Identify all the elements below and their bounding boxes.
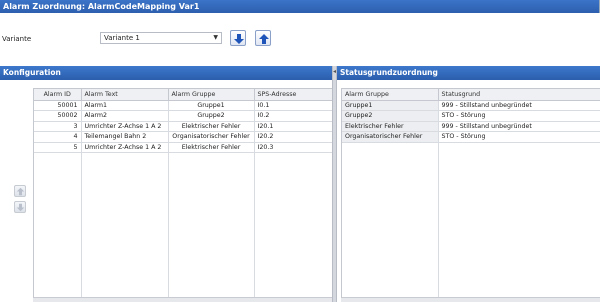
column-header-alarm-group[interactable]: Alarm Gruppe: [342, 89, 439, 101]
status-reason-cell[interactable]: STO - Störung: [438, 131, 600, 143]
column-header-plc-address[interactable]: SPS-Adresse: [254, 89, 333, 101]
variant-row: Variante Variante 1 ▼: [0, 29, 600, 49]
status-reason-panel-title: Statusgrundzuordnung: [337, 66, 600, 80]
table-row[interactable]: Organisatorischer Fehler STO - Störung: [342, 131, 600, 143]
status-reason-cell[interactable]: STO - Störung: [438, 110, 600, 122]
alarm-text-cell: Alarm2: [81, 110, 169, 122]
alarm-id-cell: 4: [34, 131, 82, 143]
status-header-row: Alarm Gruppe Statusgrund: [342, 89, 600, 101]
column-header-status-reason[interactable]: Statusgrund: [438, 89, 600, 101]
configuration-grid: Alarm ID Alarm Text Alarm Gruppe SPS-Adr…: [33, 88, 333, 298]
table-row[interactable]: 50002 Alarm2 Gruppe2 I0.2: [34, 110, 333, 122]
status-reason-grid: Alarm Gruppe Statusgrund Gruppe1 999 - S…: [341, 88, 600, 298]
alarm-group-cell: Organisatorischer Fehler: [342, 131, 439, 143]
alarm-text-cell: Umrichter Z-Achse 1 A 2: [81, 121, 169, 132]
arrow-down-icon: [16, 203, 25, 212]
move-up-button[interactable]: [255, 30, 271, 46]
configuration-header-row: Alarm ID Alarm Text Alarm Gruppe SPS-Adr…: [34, 89, 333, 101]
arrow-up-icon: [16, 187, 25, 196]
plc-address-cell: I20.1: [254, 121, 333, 132]
plc-address-cell: I0.1: [254, 100, 333, 111]
column-header-alarm-id[interactable]: Alarm ID: [34, 89, 82, 101]
alarm-group-cell: Gruppe1: [342, 100, 439, 111]
table-row[interactable]: 4 Teilemangel Bahn 2 Organisatorischer F…: [34, 131, 333, 143]
splitter-grip-icon[interactable]: ◂: [333, 68, 336, 75]
variant-selected-value: Variante 1: [104, 34, 140, 42]
row-down-button[interactable]: [14, 201, 26, 213]
window-title: Alarm Zuordnung: AlarmCodeMapping Var1: [0, 0, 600, 13]
horizontal-scrollbar[interactable]: [341, 297, 600, 302]
alarm-group-cell: Gruppe1: [168, 100, 255, 111]
horizontal-scrollbar[interactable]: [33, 297, 332, 302]
arrow-down-icon: [234, 34, 244, 44]
alarm-text-cell: Teilemangel Bahn 2: [81, 131, 169, 143]
plc-address-cell: I20.2: [254, 131, 333, 143]
plc-address-cell: I0.2: [254, 110, 333, 122]
alarm-text-cell: Alarm1: [81, 100, 169, 111]
status-reason-cell[interactable]: 999 - Stillstand unbegründet: [438, 100, 600, 111]
alarm-id-cell: 50001: [34, 100, 82, 111]
alarm-group-cell: Organisatorischer Fehler: [168, 131, 255, 143]
alarm-text-cell: Umrichter Z-Achse 1 A 2: [81, 142, 169, 153]
arrow-up-icon: [259, 34, 269, 44]
column-header-alarm-group[interactable]: Alarm Gruppe: [168, 89, 255, 101]
alarm-id-cell: 50002: [34, 110, 82, 122]
variant-dropdown[interactable]: Variante 1 ▼: [100, 32, 222, 44]
table-row[interactable]: 5 Umrichter Z-Achse 1 A 2 Elektrischer F…: [34, 142, 333, 153]
alarm-group-cell: Gruppe2: [342, 110, 439, 122]
variant-label: Variante: [2, 35, 32, 43]
table-row[interactable]: Elektrischer Fehler 999 - Stillstand unb…: [342, 121, 600, 132]
alarm-group-cell: Elektrischer Fehler: [168, 142, 255, 153]
status-reason-cell[interactable]: 999 - Stillstand unbegründet: [438, 121, 600, 132]
table-row[interactable]: 50001 Alarm1 Gruppe1 I0.1: [34, 100, 333, 111]
plc-address-cell: I20.3: [254, 142, 333, 153]
row-up-button[interactable]: [14, 185, 26, 197]
configuration-panel-title: Konfiguration: [0, 66, 332, 80]
alarm-group-cell: Gruppe2: [168, 110, 255, 122]
alarm-id-cell: 3: [34, 121, 82, 132]
table-row[interactable]: Gruppe1 999 - Stillstand unbegründet: [342, 100, 600, 111]
table-row[interactable]: 3 Umrichter Z-Achse 1 A 2 Elektrischer F…: [34, 121, 333, 132]
alarm-id-cell: 5: [34, 142, 82, 153]
alarm-group-cell: Elektrischer Fehler: [342, 121, 439, 132]
alarm-group-cell: Elektrischer Fehler: [168, 121, 255, 132]
move-down-button[interactable]: [230, 30, 246, 46]
chevron-down-icon[interactable]: ▼: [213, 33, 218, 43]
table-row[interactable]: Gruppe2 STO - Störung: [342, 110, 600, 122]
column-header-alarm-text[interactable]: Alarm Text: [81, 89, 169, 101]
